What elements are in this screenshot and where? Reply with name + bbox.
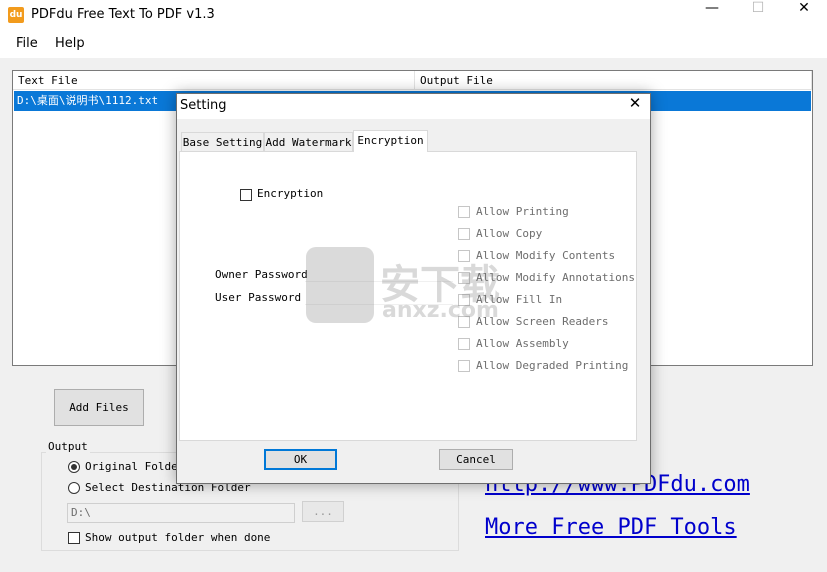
watermark-url: anxz.com [382,298,499,323]
browse-button[interactable]: ... [302,501,344,522]
owner-password-label: Owner Password [215,268,308,281]
window-title: PDFdu Free Text To PDF v1.3 [31,7,215,22]
column-header-output-file[interactable]: Output File [415,71,812,90]
show-output-folder-checkbox[interactable] [68,532,80,544]
output-legend: Output [46,440,90,453]
menu-bar [0,31,827,58]
allow-printing-label: Allow Printing [476,205,569,218]
ok-button[interactable]: OK [264,449,337,470]
tab-add-watermark[interactable]: Add Watermark [264,132,353,151]
tab-base-setting[interactable]: Base Setting [181,132,264,151]
column-header-text-file[interactable]: Text File [13,71,415,90]
minimize-button[interactable]: — [689,0,735,31]
menu-help[interactable]: Help [55,36,85,51]
close-button[interactable]: ✕ [781,0,827,31]
dialog-title: Setting [180,98,227,113]
cancel-button[interactable]: Cancel [439,449,513,470]
encryption-label: Encryption [257,187,324,200]
cell-text-file: D:\桌面\说明书\1112.txt [17,94,159,107]
allow-assembly-label: Allow Assembly [476,337,569,350]
menu-file[interactable]: File [16,36,38,51]
tab-encryption[interactable]: Encryption [353,130,428,152]
original-folder-radio[interactable] [68,461,80,473]
allow-printing-checkbox[interactable] [458,206,470,218]
encryption-checkbox[interactable] [240,189,252,201]
more-tools-link[interactable]: More Free PDF Tools [485,515,737,540]
user-password-label: User Password [215,291,302,304]
allow-degraded-printing-label: Allow Degraded Printing [476,359,629,372]
dialog-title-bar [177,94,650,119]
add-files-button[interactable]: Add Files [54,389,144,426]
show-output-folder-label: Show output folder when done [85,531,271,544]
destination-folder-radio[interactable] [68,482,80,494]
maximize-button[interactable]: ☐ [735,0,781,31]
watermark-logo-icon [306,247,374,323]
allow-degraded-printing-checkbox[interactable] [458,360,470,372]
allow-copy-checkbox[interactable] [458,228,470,240]
dialog-close-icon[interactable]: ✕ [620,94,650,119]
allow-assembly-checkbox[interactable] [458,338,470,350]
allow-copy-label: Allow Copy [476,227,543,240]
original-folder-label: Original Folder [85,460,185,473]
folder-path-input[interactable]: D:\ [67,503,295,523]
app-icon: du [8,7,24,23]
